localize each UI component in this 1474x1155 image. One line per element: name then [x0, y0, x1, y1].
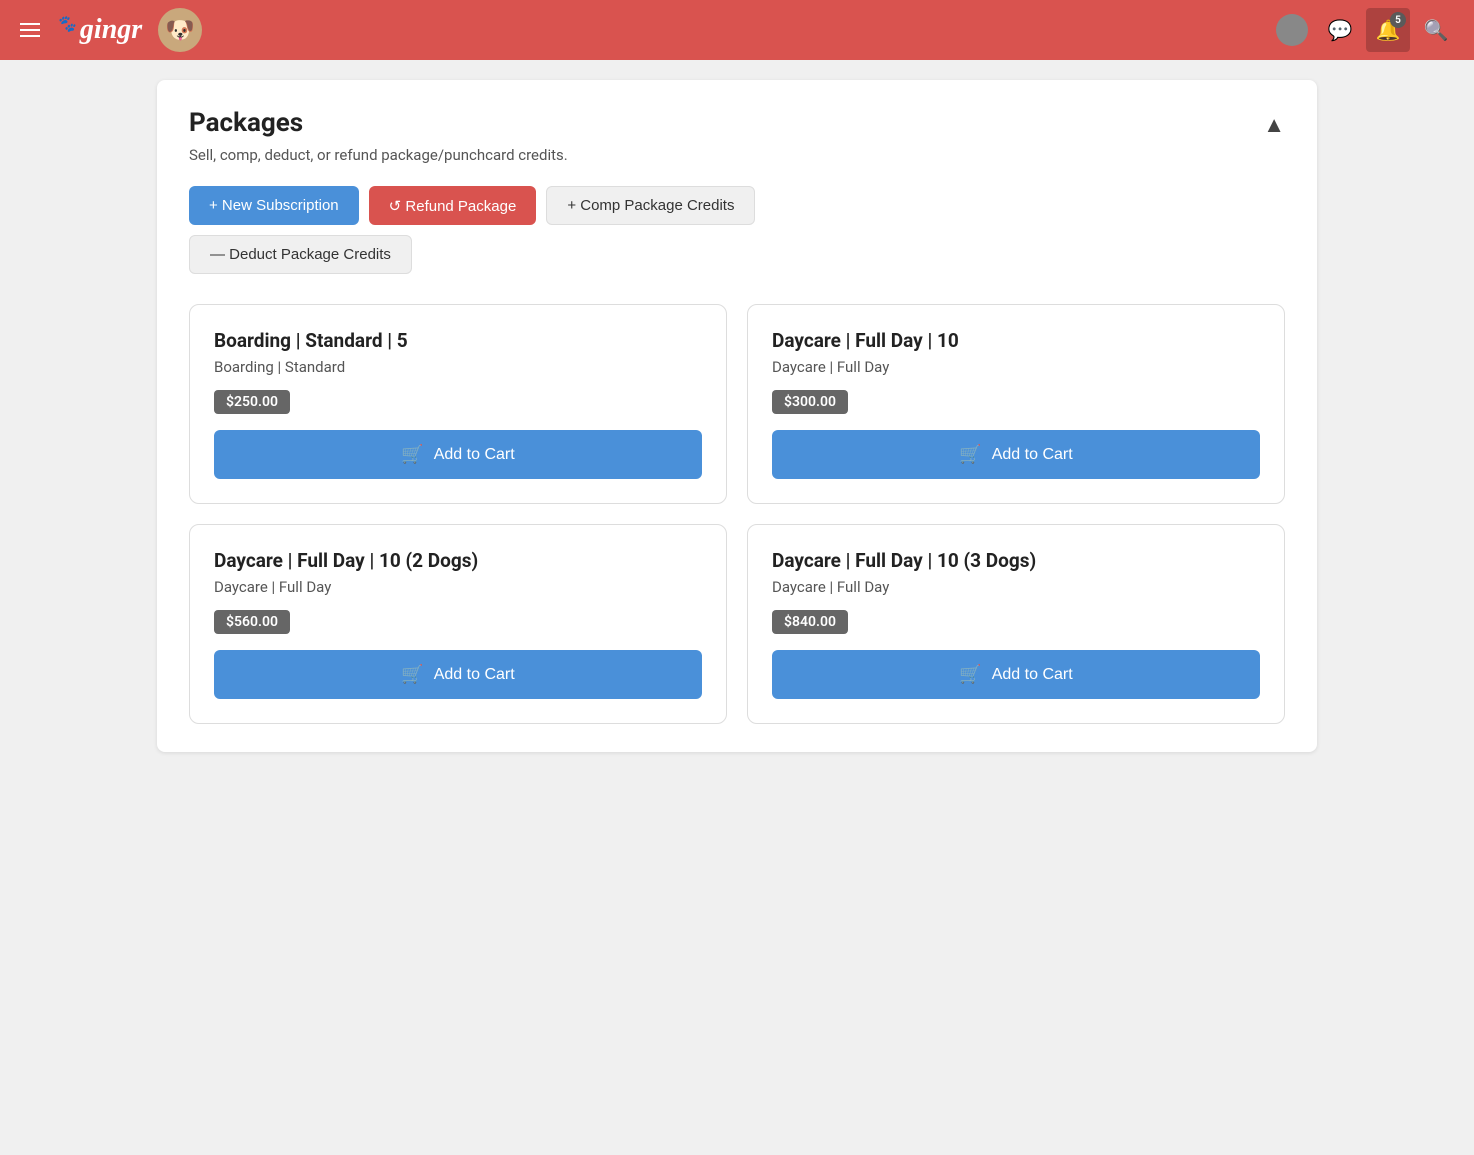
add-to-cart-button[interactable]: 🛒 Add to Cart: [772, 650, 1260, 699]
cart-icon: 🛒: [401, 444, 423, 465]
package-name: Daycare | Full Day | 10 (3 Dogs): [772, 549, 1260, 572]
paw-icon: 🐾: [56, 14, 76, 34]
user-avatar-button[interactable]: [1270, 8, 1314, 52]
action-buttons-row2: — Deduct Package Credits: [189, 235, 1285, 274]
package-type: Daycare | Full Day: [772, 358, 1260, 376]
action-buttons-row1: + New Subscription ↺ Refund Package + Co…: [189, 186, 1285, 225]
app-header: 🐾 gingr 🐶 💬 🔔 5 🔍: [0, 0, 1474, 60]
packages-subtitle: Sell, comp, deduct, or refund package/pu…: [189, 146, 568, 164]
add-to-cart-button[interactable]: 🛒 Add to Cart: [772, 430, 1260, 479]
price-badge: $560.00: [214, 610, 290, 634]
dog-emoji: 🐶: [165, 16, 195, 44]
packages-header: Packages Sell, comp, deduct, or refund p…: [189, 108, 1285, 186]
price-badge: $300.00: [772, 390, 848, 414]
add-to-cart-label: Add to Cart: [434, 666, 515, 684]
chat-button[interactable]: 💬: [1318, 8, 1362, 52]
package-card: Daycare | Full Day | 10 Daycare | Full D…: [747, 304, 1285, 504]
package-name: Daycare | Full Day | 10: [772, 329, 1260, 352]
collapse-button[interactable]: ▲: [1263, 112, 1285, 138]
new-subscription-button[interactable]: + New Subscription: [189, 186, 359, 225]
price-badge: $250.00: [214, 390, 290, 414]
logo-text: gingr: [80, 14, 142, 46]
menu-icon[interactable]: [16, 19, 44, 41]
cart-icon: 🛒: [959, 664, 981, 685]
user-circle: [1276, 14, 1308, 46]
packages-title-section: Packages Sell, comp, deduct, or refund p…: [189, 108, 568, 186]
refund-package-button[interactable]: ↺ Refund Package: [369, 186, 537, 225]
deduct-credits-button[interactable]: — Deduct Package Credits: [189, 235, 412, 274]
price-badge: $840.00: [772, 610, 848, 634]
app-logo: 🐾 gingr: [56, 14, 142, 46]
header-icons: 💬 🔔 5 🔍: [1270, 8, 1458, 52]
package-name: Boarding | Standard | 5: [214, 329, 702, 352]
add-to-cart-label: Add to Cart: [434, 446, 515, 464]
packages-title: Packages: [189, 108, 568, 138]
cart-icon: 🛒: [959, 444, 981, 465]
package-card: Boarding | Standard | 5 Boarding | Stand…: [189, 304, 727, 504]
add-to-cart-label: Add to Cart: [992, 666, 1073, 684]
notifications-button[interactable]: 🔔 5: [1366, 8, 1410, 52]
package-type: Daycare | Full Day: [772, 578, 1260, 596]
chat-icon: 💬: [1328, 18, 1353, 42]
packages-grid: Boarding | Standard | 5 Boarding | Stand…: [189, 304, 1285, 724]
package-type: Boarding | Standard: [214, 358, 702, 376]
add-to-cart-label: Add to Cart: [992, 446, 1073, 464]
add-to-cart-button[interactable]: 🛒 Add to Cart: [214, 430, 702, 479]
packages-card: Packages Sell, comp, deduct, or refund p…: [157, 80, 1317, 752]
comp-credits-button[interactable]: + Comp Package Credits: [546, 186, 755, 225]
package-name: Daycare | Full Day | 10 (2 Dogs): [214, 549, 702, 572]
package-card: Daycare | Full Day | 10 (3 Dogs) Daycare…: [747, 524, 1285, 724]
dog-avatar: 🐶: [158, 8, 202, 52]
cart-icon: 🛒: [401, 664, 423, 685]
package-card: Daycare | Full Day | 10 (2 Dogs) Daycare…: [189, 524, 727, 724]
add-to-cart-button[interactable]: 🛒 Add to Cart: [214, 650, 702, 699]
notification-badge: 5: [1390, 12, 1406, 28]
search-button[interactable]: 🔍: [1414, 8, 1458, 52]
main-content: Packages Sell, comp, deduct, or refund p…: [137, 60, 1337, 772]
package-type: Daycare | Full Day: [214, 578, 702, 596]
search-icon: 🔍: [1424, 18, 1449, 42]
